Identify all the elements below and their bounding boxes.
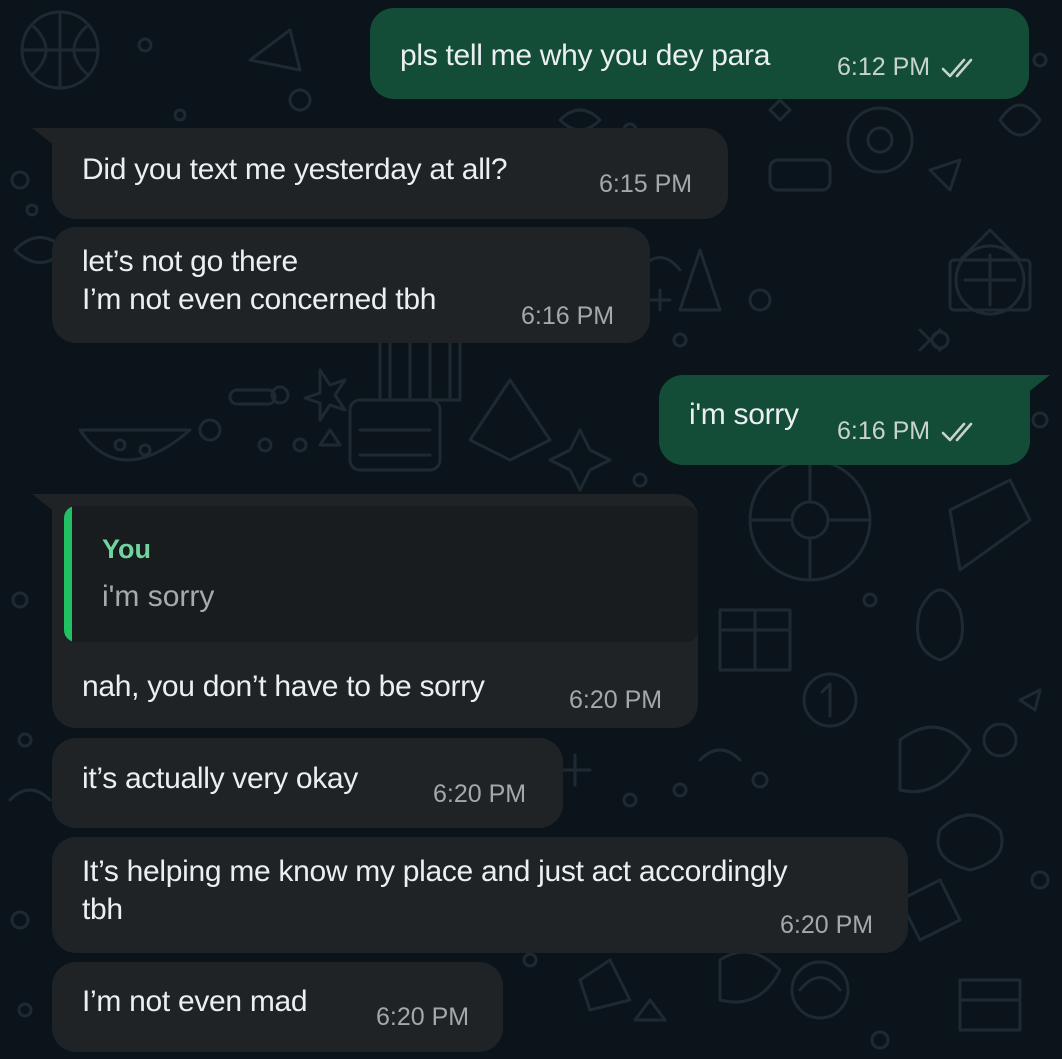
message-text: I’m not even mad — [82, 985, 308, 1018]
message-text: it’s actually very okay — [82, 762, 358, 795]
message-text: nah, you don’t have to be sorry — [82, 670, 485, 703]
incoming-message[interactable]: it’s actually very okay 6:20 PM — [52, 738, 563, 828]
message-time: 6:16 PM — [837, 417, 931, 445]
incoming-message[interactable]: let’s not go there I’m not even concerne… — [52, 227, 650, 343]
quoted-message[interactable]: You i'm sorry — [64, 506, 698, 642]
message-meta: 6:20 PM — [569, 686, 662, 715]
message-text: let’s not go there I’m not even concerne… — [82, 245, 437, 316]
message-meta: 6:16 PM — [521, 302, 614, 331]
quote-accent-bar — [64, 506, 72, 642]
read-double-check-icon — [941, 422, 973, 441]
read-double-check-icon — [941, 58, 973, 77]
message-meta: 6:16 PM — [837, 417, 984, 446]
outgoing-message[interactable]: i'm sorry 6:16 PM — [659, 375, 1030, 465]
message-time: 6:20 PM — [569, 686, 663, 714]
incoming-message[interactable]: Did you text me yesterday at all? 6:15 P… — [52, 128, 728, 219]
message-time: 6:20 PM — [780, 911, 874, 939]
message-text: pls tell me why you dey para — [400, 39, 771, 72]
message-text: It’s helping me know my place and just a… — [82, 855, 788, 926]
message-meta: 6:20 PM — [376, 1003, 469, 1032]
message-time: 6:12 PM — [837, 53, 931, 81]
quote-author: You — [102, 534, 151, 564]
message-meta: 6:20 PM — [433, 780, 526, 809]
message-time: 6:20 PM — [433, 780, 527, 808]
incoming-reply-message[interactable]: You i'm sorry nah, you don’t have to be … — [52, 494, 698, 728]
message-time: 6:15 PM — [599, 170, 693, 198]
outgoing-message[interactable]: pls tell me why you dey para 6:12 PM — [370, 8, 1029, 99]
message-time: 6:20 PM — [376, 1003, 470, 1031]
incoming-message[interactable]: It’s helping me know my place and just a… — [52, 837, 908, 953]
message-meta: 6:12 PM — [837, 53, 984, 82]
message-time: 6:16 PM — [521, 302, 615, 330]
message-meta: 6:20 PM — [780, 911, 873, 940]
quote-text: i'm sorry — [102, 580, 215, 613]
chat-thread[interactable]: pls tell me why you dey para 6:12 PM Did… — [0, 0, 1062, 1059]
message-meta: 6:15 PM — [599, 170, 692, 199]
message-text: i'm sorry — [689, 398, 799, 431]
incoming-message[interactable]: I’m not even mad 6:20 PM — [52, 962, 503, 1052]
message-text: Did you text me yesterday at all? — [82, 153, 508, 186]
